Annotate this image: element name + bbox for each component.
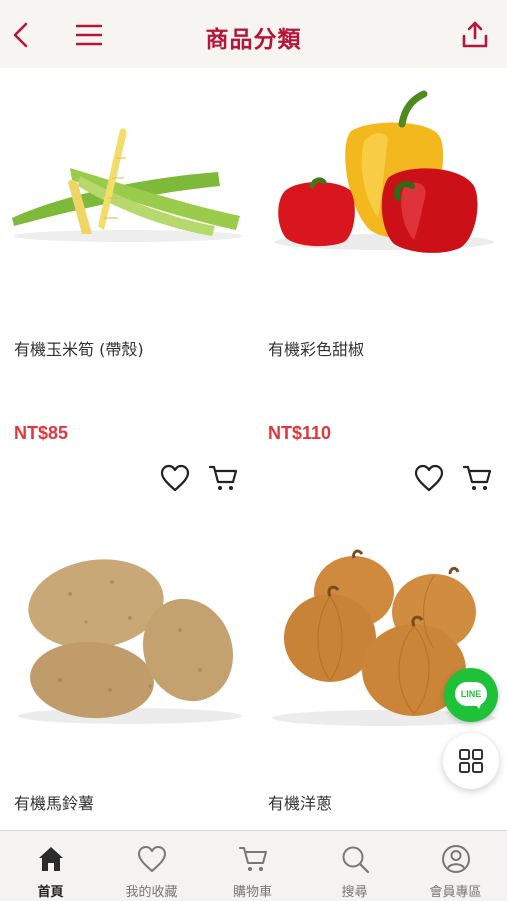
potatoes-image[interactable]	[0, 530, 248, 760]
page-title: 商品分類	[205, 27, 302, 53]
share-upload-icon	[462, 21, 488, 48]
tab-favorites[interactable]: 我的收藏	[101, 831, 202, 901]
line-chat-button[interactable]: LINE	[444, 668, 498, 722]
bottom-tab-bar: 首頁 我的收藏 購物車 搜尋 會員專區	[0, 830, 507, 901]
cart-icon	[239, 847, 267, 871]
tab-label: 首頁	[37, 885, 64, 900]
product-name[interactable]: 有機洋蔥	[268, 790, 332, 814]
share-button[interactable]	[461, 20, 489, 48]
product-price: NT$85	[14, 423, 69, 443]
heart-icon	[160, 464, 190, 492]
add-to-cart-button[interactable]	[208, 464, 238, 496]
bell-peppers-image[interactable]	[254, 68, 502, 298]
product-card[interactable]: 有機馬鈴薯	[0, 530, 248, 830]
grid-menu-button[interactable]	[443, 733, 499, 789]
line-logo: LINE	[455, 682, 487, 706]
product-name[interactable]: 有機玉米筍 (帶殼)	[14, 336, 144, 360]
tab-search[interactable]: 搜尋	[304, 831, 405, 901]
tab-cart[interactable]: 購物車	[202, 831, 303, 901]
product-name[interactable]: 有機馬鈴薯	[14, 790, 94, 814]
favorite-button[interactable]	[414, 464, 444, 496]
tab-label: 我的收藏	[125, 885, 178, 900]
product-card[interactable]: 有機玉米筍 (帶殼) NT$85	[0, 68, 248, 498]
add-to-cart-button[interactable]	[462, 464, 492, 496]
favorite-button[interactable]	[160, 464, 190, 496]
tab-label: 會員專區	[429, 885, 482, 900]
home-icon	[39, 847, 63, 871]
product-name[interactable]: 有機彩色甜椒	[268, 336, 364, 360]
baby-corn-image[interactable]	[0, 68, 248, 298]
top-bar: 商品分類	[0, 0, 507, 68]
cart-icon	[462, 465, 492, 490]
tab-home[interactable]: 首頁	[0, 831, 101, 901]
onions-image[interactable]	[254, 530, 502, 760]
cart-icon	[208, 465, 238, 490]
grid-icon	[459, 749, 483, 773]
product-card[interactable]: 有機彩色甜椒 NT$110	[254, 68, 502, 498]
search-icon	[342, 846, 370, 874]
heart-icon	[138, 846, 166, 872]
line-bubble-tail	[474, 702, 482, 709]
heart-icon	[414, 464, 444, 492]
tab-label: 購物車	[232, 885, 272, 900]
product-price: NT$110	[268, 423, 332, 443]
tab-member[interactable]: 會員專區	[405, 831, 506, 901]
tab-label: 搜尋	[341, 885, 368, 900]
user-icon	[442, 845, 470, 873]
